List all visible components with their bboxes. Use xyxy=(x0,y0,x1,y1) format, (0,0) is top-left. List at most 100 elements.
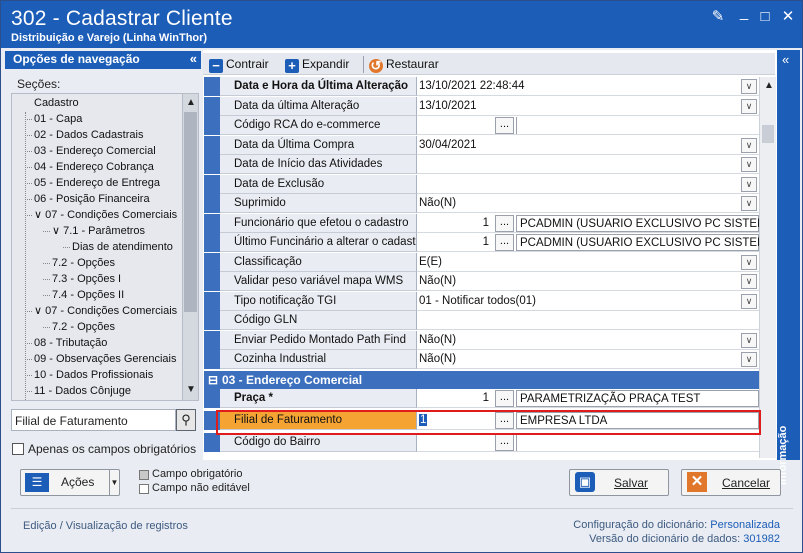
expand-button[interactable]: + Expandir xyxy=(285,56,349,73)
tree-item[interactable]: ∨ 7.1 - Parâmetros xyxy=(52,224,145,238)
sections-tree: Cadastro 01 - Capa 02 - Dados Cadastrais 03… xyxy=(11,93,199,401)
row-gutter xyxy=(204,213,220,233)
row-value[interactable] xyxy=(417,311,759,330)
chevron-down-icon[interactable]: ∨ xyxy=(741,352,757,367)
row-value[interactable]: ∨ xyxy=(417,155,759,174)
restore-button[interactable]: ↺ Restaurar xyxy=(369,56,439,73)
grid-row: Suprimido Não(N) ∨ xyxy=(204,194,759,213)
row-value[interactable]: 01 - Notificar todos(01) ∨ xyxy=(417,292,759,311)
row-value[interactable]: Não(N) ∨ xyxy=(417,331,759,350)
tree-item[interactable]: 7.2 - Opções xyxy=(52,320,115,334)
grid-row: Classificação E(E) ∨ xyxy=(204,252,759,272)
save-button[interactable]: ▣ Salvar xyxy=(569,469,669,496)
chevron-down-icon[interactable]: ∨ xyxy=(741,157,757,172)
tree-item[interactable]: 02 - Dados Cadastrais xyxy=(34,128,143,142)
save-icon: ▣ xyxy=(575,472,595,492)
row-value[interactable]: ∨ xyxy=(417,175,759,194)
ellipsis-button[interactable]: ... xyxy=(495,434,514,451)
expand-right-icon[interactable]: « xyxy=(782,52,789,67)
row-value[interactable]: ... xyxy=(417,116,759,135)
close-button[interactable]: ✕ xyxy=(780,9,796,25)
edit-icon[interactable]: ✎ xyxy=(710,9,726,25)
tree-item[interactable]: 01 - Capa xyxy=(34,112,82,126)
minimize-button[interactable]: _ xyxy=(736,5,752,21)
scroll-down-icon[interactable]: ▼ xyxy=(185,384,197,395)
main-window: 302 - Cadastrar Cliente Distribuição e V… xyxy=(0,0,803,553)
row-value[interactable]: ... xyxy=(417,433,759,452)
grid-scroll-thumb[interactable] xyxy=(762,125,774,143)
tree-item[interactable]: 08 - Tributação xyxy=(34,336,107,350)
cancel-button[interactable]: ✕ Cancelar xyxy=(681,469,781,496)
tree-item[interactable]: Dias de atendimento xyxy=(72,240,173,254)
only-required-checkbox[interactable] xyxy=(12,443,24,455)
row-gutter xyxy=(204,155,220,174)
row-label: Tipo notificação TGI xyxy=(220,291,417,311)
tree-item[interactable]: Cadastro xyxy=(34,96,79,110)
actions-button[interactable]: ☰ Ações ▼ xyxy=(20,469,120,496)
row-value[interactable]: 1...PCADMIN (USUARIO EXCLUSIVO PC SISTEM… xyxy=(417,214,759,233)
tree-item[interactable]: 03 - Endereço Comercial xyxy=(34,144,156,158)
chevron-down-icon[interactable]: ∨ xyxy=(741,137,757,153)
scroll-up-icon[interactable]: ▲ xyxy=(185,97,197,108)
section-search-input[interactable]: Filial de Faturamento xyxy=(11,409,176,431)
chevron-down-icon[interactable]: ∨ xyxy=(741,98,757,114)
search-icon[interactable]: ⚲ xyxy=(176,409,196,431)
ellipsis-button[interactable]: ... xyxy=(495,234,514,251)
actions-dropdown-icon[interactable]: ▼ xyxy=(109,470,119,495)
tree-scrollbar[interactable]: ▲ ▼ xyxy=(182,94,198,400)
ellipsis-button[interactable]: ... xyxy=(495,117,514,134)
category-row[interactable]: ⊟ 03 - Endereço Comercial xyxy=(204,371,759,389)
tree-item[interactable]: 06 - Posição Financeira xyxy=(34,192,150,206)
row-label: Funcionário que efetou o cadastro xyxy=(220,213,417,233)
tree-item[interactable]: 7.2 - Opções xyxy=(52,256,115,270)
chevron-down-icon[interactable]: ∨ xyxy=(741,79,757,94)
row-label: Praça * xyxy=(220,389,417,408)
chevron-down-icon[interactable]: ∨ xyxy=(741,332,757,348)
restore-icon: ↺ xyxy=(369,58,383,73)
chevron-down-icon[interactable]: ∨ xyxy=(741,176,757,192)
row-value[interactable]: E(E) ∨ xyxy=(417,253,759,272)
chevron-down-icon[interactable]: ∨ xyxy=(741,254,757,270)
ellipsis-button[interactable]: ... xyxy=(495,214,514,232)
row-label: Código GLN xyxy=(220,311,417,330)
tree-item[interactable]: 05 - Endereço de Entrega xyxy=(34,176,160,190)
chevron-down-icon[interactable]: ∨ xyxy=(741,274,757,289)
tree-item[interactable]: 10 - Dados Profissionais xyxy=(34,368,153,382)
grid-scrollbar[interactable]: ▲ xyxy=(759,77,776,458)
tree-item[interactable]: 04 - Endereço Cobrança xyxy=(34,160,154,174)
tree-item-label: Cadastro xyxy=(34,97,79,109)
row-value[interactable]: 1... PARAMETRIZAÇÃO PRAÇA TEST xyxy=(417,389,759,408)
dict-config-value: Personalizada xyxy=(710,519,780,531)
row-description xyxy=(516,117,759,134)
highlight-box xyxy=(216,410,761,435)
grid-scroll-up-icon[interactable]: ▲ xyxy=(763,80,775,91)
tree-item[interactable]: ∨ 07 - Condições Comerciais xyxy=(34,208,177,222)
restore-label: Restaurar xyxy=(386,57,439,71)
ellipsis-button[interactable]: ... xyxy=(495,390,514,407)
tree-item[interactable]: 7.4 - Opções II xyxy=(52,288,124,302)
row-value[interactable]: 13/10/2021 ∨ xyxy=(417,97,759,116)
tree-item-label: 07 - Condições Comerciais xyxy=(45,305,178,317)
chevron-down-icon[interactable]: ∨ xyxy=(741,196,757,211)
tree-item-label: 7.2 - Opções xyxy=(52,321,115,333)
row-value[interactable]: Não(N) ∨ xyxy=(417,272,759,291)
grid-row: Cozinha Industrial Não(N) ∨ xyxy=(204,350,759,369)
row-value[interactable]: 13/10/2021 22:48:44 ∨ xyxy=(417,77,759,96)
row-value[interactable]: 30/04/2021 ∨ xyxy=(417,136,759,155)
row-value[interactable]: Não(N) ∨ xyxy=(417,194,759,213)
row-value[interactable]: Não(N) ∨ xyxy=(417,350,759,369)
maximize-button[interactable]: □ xyxy=(757,9,773,25)
tree-scroll-thumb[interactable] xyxy=(184,112,197,312)
row-value[interactable]: 1...PCADMIN (USUARIO EXCLUSIVO PC SISTEM… xyxy=(417,233,759,252)
chevron-down-icon[interactable]: ∨ xyxy=(741,293,757,309)
tree-item[interactable]: 09 - Observações Gerenciais xyxy=(34,352,176,366)
tree-item[interactable]: ∨ 07 - Condições Comerciais xyxy=(34,304,177,318)
tree-item[interactable]: 11 - Dados Cônjuge xyxy=(34,384,131,398)
tree-item[interactable]: 7.3 - Opções I xyxy=(52,272,121,286)
tree-item-label: 7.3 - Opções I xyxy=(52,273,122,285)
collapse-category-icon[interactable]: ⊟ xyxy=(208,371,218,389)
row-gutter xyxy=(204,291,220,311)
information-side-tab[interactable]: « Informação xyxy=(777,50,800,485)
collapse-left-icon[interactable]: « xyxy=(190,51,197,66)
collapse-button[interactable]: − Contrair xyxy=(209,56,269,73)
